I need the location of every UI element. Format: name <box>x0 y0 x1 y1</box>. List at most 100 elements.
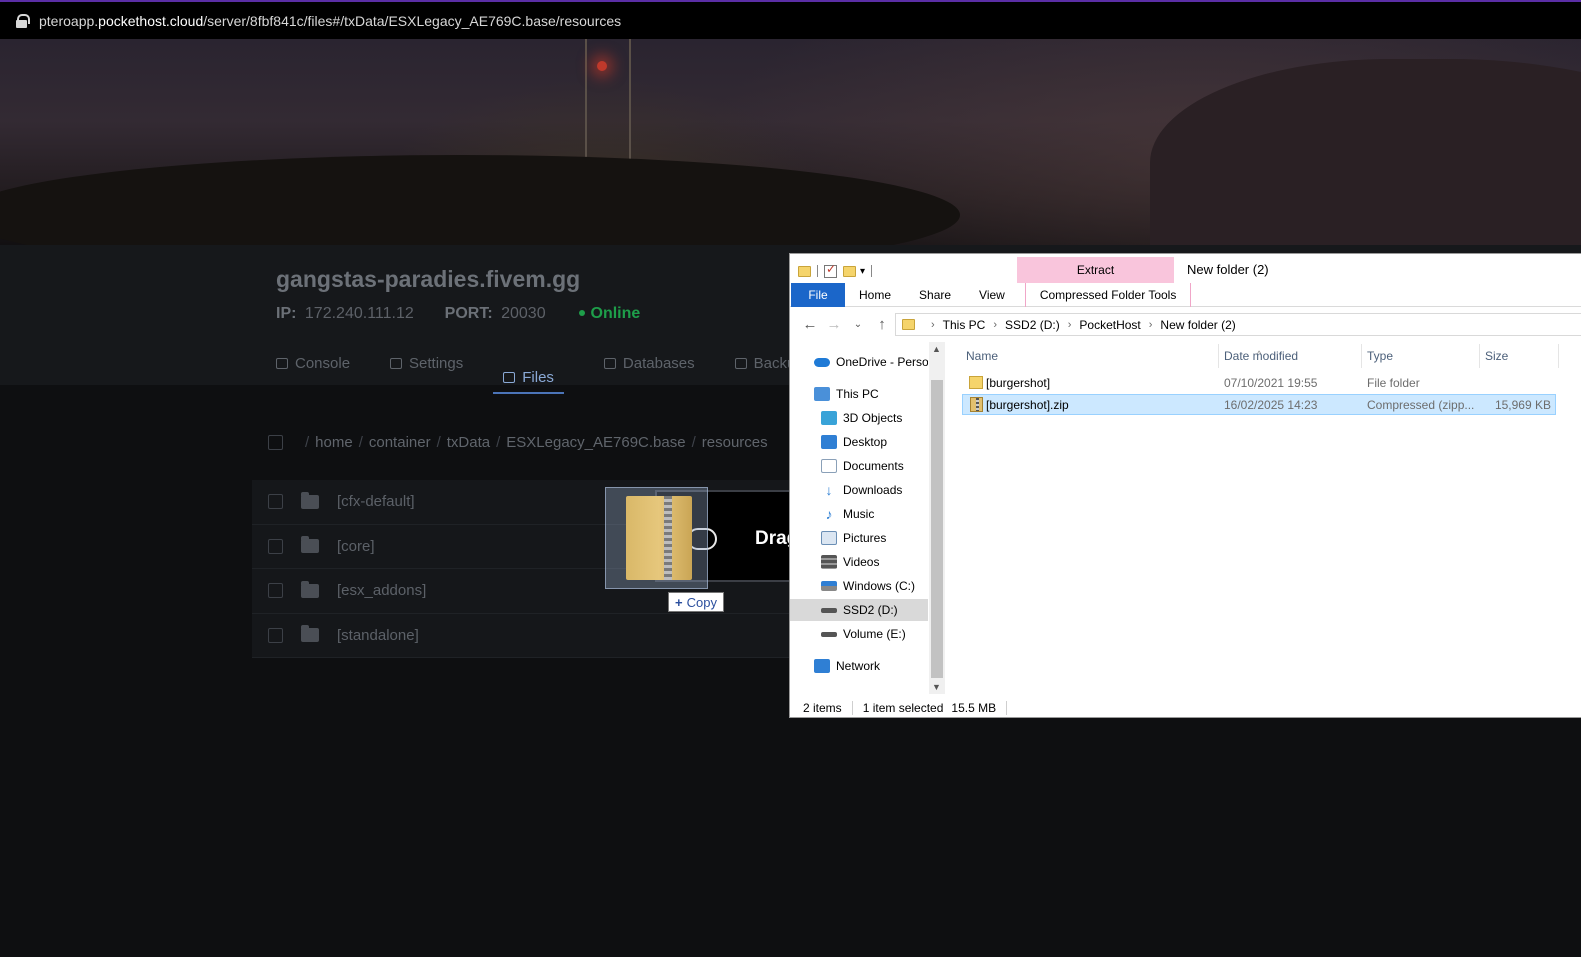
status-item-count: 2 items <box>803 701 842 715</box>
column-date-modified[interactable]: Date modified <box>1224 349 1298 363</box>
column-type[interactable]: Type <box>1367 349 1393 363</box>
file-explorer-window[interactable]: ▾ Extract New folder (2) File Home Share… <box>789 253 1581 718</box>
database-icon <box>603 357 616 369</box>
server-meta: IP: 172.240.111.12 PORT: 20030 Online <box>276 305 640 323</box>
download-arrow-icon: ↓ <box>825 482 833 498</box>
item-date: 16/02/2025 14:23 <box>1224 398 1318 412</box>
status-size: 15.5 MB <box>951 701 997 715</box>
folder-icon <box>301 580 319 598</box>
cloud-icon <box>734 357 747 369</box>
tab-databases[interactable]: Databases <box>603 352 695 374</box>
copy-tooltip: + Copy <box>668 592 724 612</box>
nav-item-pictures[interactable]: Pictures <box>790 527 928 549</box>
drive-icon <box>821 607 837 613</box>
row-checkbox[interactable] <box>268 627 283 643</box>
scroll-up-icon[interactable]: ▲ <box>932 344 941 354</box>
settings-lines-icon <box>390 357 403 369</box>
properties-check-icon[interactable] <box>824 262 837 278</box>
list-item[interactable]: [burgershot] 07/10/2021 19:55 File folde… <box>962 373 1556 394</box>
row-checkbox[interactable] <box>268 583 283 599</box>
path-new-folder[interactable]: New folder (2) <box>1160 318 1235 332</box>
crumb-home[interactable]: home <box>315 434 353 451</box>
crumb-container[interactable]: container <box>369 434 431 451</box>
nav-item-onedrive[interactable]: OneDrive - Person <box>790 351 928 373</box>
nav-item-network[interactable]: Network <box>790 655 928 677</box>
windows-drive-icon <box>821 581 837 591</box>
ribbon-tab-file[interactable]: File <box>791 282 845 307</box>
copy-label: Copy <box>686 594 717 610</box>
folder-icon <box>969 376 983 389</box>
computer-icon <box>814 387 830 401</box>
tab-console[interactable]: Console <box>276 352 350 374</box>
window-title: New folder (2) <box>1187 262 1269 277</box>
status-selected: 1 item selected <box>862 701 944 715</box>
nav-item-desktop[interactable]: Desktop <box>790 431 928 453</box>
forward-arrow-icon[interactable]: → <box>822 316 846 333</box>
recent-dropdown-icon[interactable]: ⌄ <box>846 319 870 330</box>
nav-item-windows-c[interactable]: Windows (C:) <box>790 575 928 597</box>
ribbon-tab-compressed-tools[interactable]: Compressed Folder Tools <box>1024 282 1192 307</box>
ip-label: IP: <box>276 305 297 322</box>
quick-access-toolbar: ▾ <box>798 262 878 280</box>
banner-hill <box>0 155 960 245</box>
film-icon <box>821 555 837 569</box>
ribbon-tab-view[interactable]: View <box>965 283 1019 307</box>
nav-item-ssd2-d[interactable]: SSD2 (D:) <box>790 599 928 621</box>
terminal-icon <box>276 357 288 369</box>
column-size[interactable]: Size <box>1485 349 1508 363</box>
folder-icon <box>301 536 319 554</box>
column-name[interactable]: Name <box>966 349 998 363</box>
zip-archive-icon <box>626 496 692 580</box>
ribbon-tab-share[interactable]: Share <box>905 283 965 307</box>
new-folder-icon[interactable] <box>843 265 856 277</box>
column-headers: ^ Name Date modified Type Size <box>960 344 1580 368</box>
customize-dropdown-icon[interactable]: ▾ <box>860 266 865 277</box>
select-all-checkbox[interactable] <box>268 435 283 450</box>
nav-item-3d-objects[interactable]: 3D Objects <box>790 407 928 429</box>
zip-archive-icon <box>970 397 983 412</box>
item-type: File folder <box>1367 376 1420 390</box>
nav-item-music[interactable]: ♪ Music <box>790 503 928 525</box>
path-pockethost[interactable]: PocketHost <box>1079 318 1140 332</box>
drive-icon <box>821 631 837 637</box>
tab-files[interactable]: Files <box>493 362 564 394</box>
list-item-selected[interactable]: [burgershot].zip 16/02/2025 14:23 Compre… <box>962 394 1556 415</box>
path-this-pc[interactable]: This PC <box>943 318 986 332</box>
nav-item-documents[interactable]: Documents <box>790 455 928 477</box>
nav-item-this-pc[interactable]: This PC <box>790 383 928 405</box>
extract-context-tab[interactable]: Extract <box>1017 257 1174 283</box>
file-row[interactable]: [standalone] <box>252 614 812 658</box>
documents-icon <box>821 459 837 473</box>
navigation-bar: ← → ⌄ ↑ › This PC › SSD2 (D:) › PocketHost … <box>790 311 1581 338</box>
folder-icon[interactable] <box>798 265 811 277</box>
ribbon-tabs: File Home Share View Compressed Folder T… <box>790 282 1581 307</box>
item-name: [burgershot] <box>986 376 1051 390</box>
ribbon-tab-home[interactable]: Home <box>845 283 905 307</box>
back-arrow-icon[interactable]: ← <box>798 316 822 333</box>
browser-address-bar[interactable]: pteroapp. pockethost.cloud/server/8fbf841… <box>0 0 1581 39</box>
nav-item-downloads[interactable]: ↓ Downloads <box>790 479 928 501</box>
path-ssd2[interactable]: SSD2 (D:) <box>1005 318 1060 332</box>
nav-item-volume-e[interactable]: Volume (E:) <box>790 623 928 645</box>
scroll-down-icon[interactable]: ▼ <box>932 682 941 692</box>
tab-settings[interactable]: Settings <box>390 352 463 374</box>
crumb-txdata[interactable]: txData <box>447 434 490 451</box>
url-path: /server/8fbf841c/files#/txData/ESXLegacy… <box>203 12 622 29</box>
url-prefix: pteroapp. <box>39 12 99 29</box>
scroll-thumb[interactable] <box>931 380 943 678</box>
folder-icon <box>301 491 319 509</box>
breadcrumb: / home / container / txData / ESXLegacy_AE76… <box>268 434 768 451</box>
nav-scrollbar[interactable]: ▲ ▼ <box>929 342 945 694</box>
address-path-box[interactable]: › This PC › SSD2 (D:) › PocketHost › New fol… <box>895 313 1581 336</box>
folder-icon <box>301 625 319 643</box>
row-checkbox[interactable] <box>268 538 283 554</box>
status-bar: 2 items 1 item selected 15.5 MB <box>790 697 1581 719</box>
crumb-esxlegacy[interactable]: ESXLegacy_AE769C.base <box>506 434 685 451</box>
nav-item-videos[interactable]: Videos <box>790 551 928 573</box>
url-host: pockethost.cloud <box>98 12 204 29</box>
up-arrow-icon[interactable]: ↑ <box>870 316 894 333</box>
status-badge: Online <box>590 305 641 322</box>
lock-icon <box>16 14 30 28</box>
onedrive-cloud-icon <box>814 357 830 367</box>
row-checkbox[interactable] <box>268 494 283 510</box>
